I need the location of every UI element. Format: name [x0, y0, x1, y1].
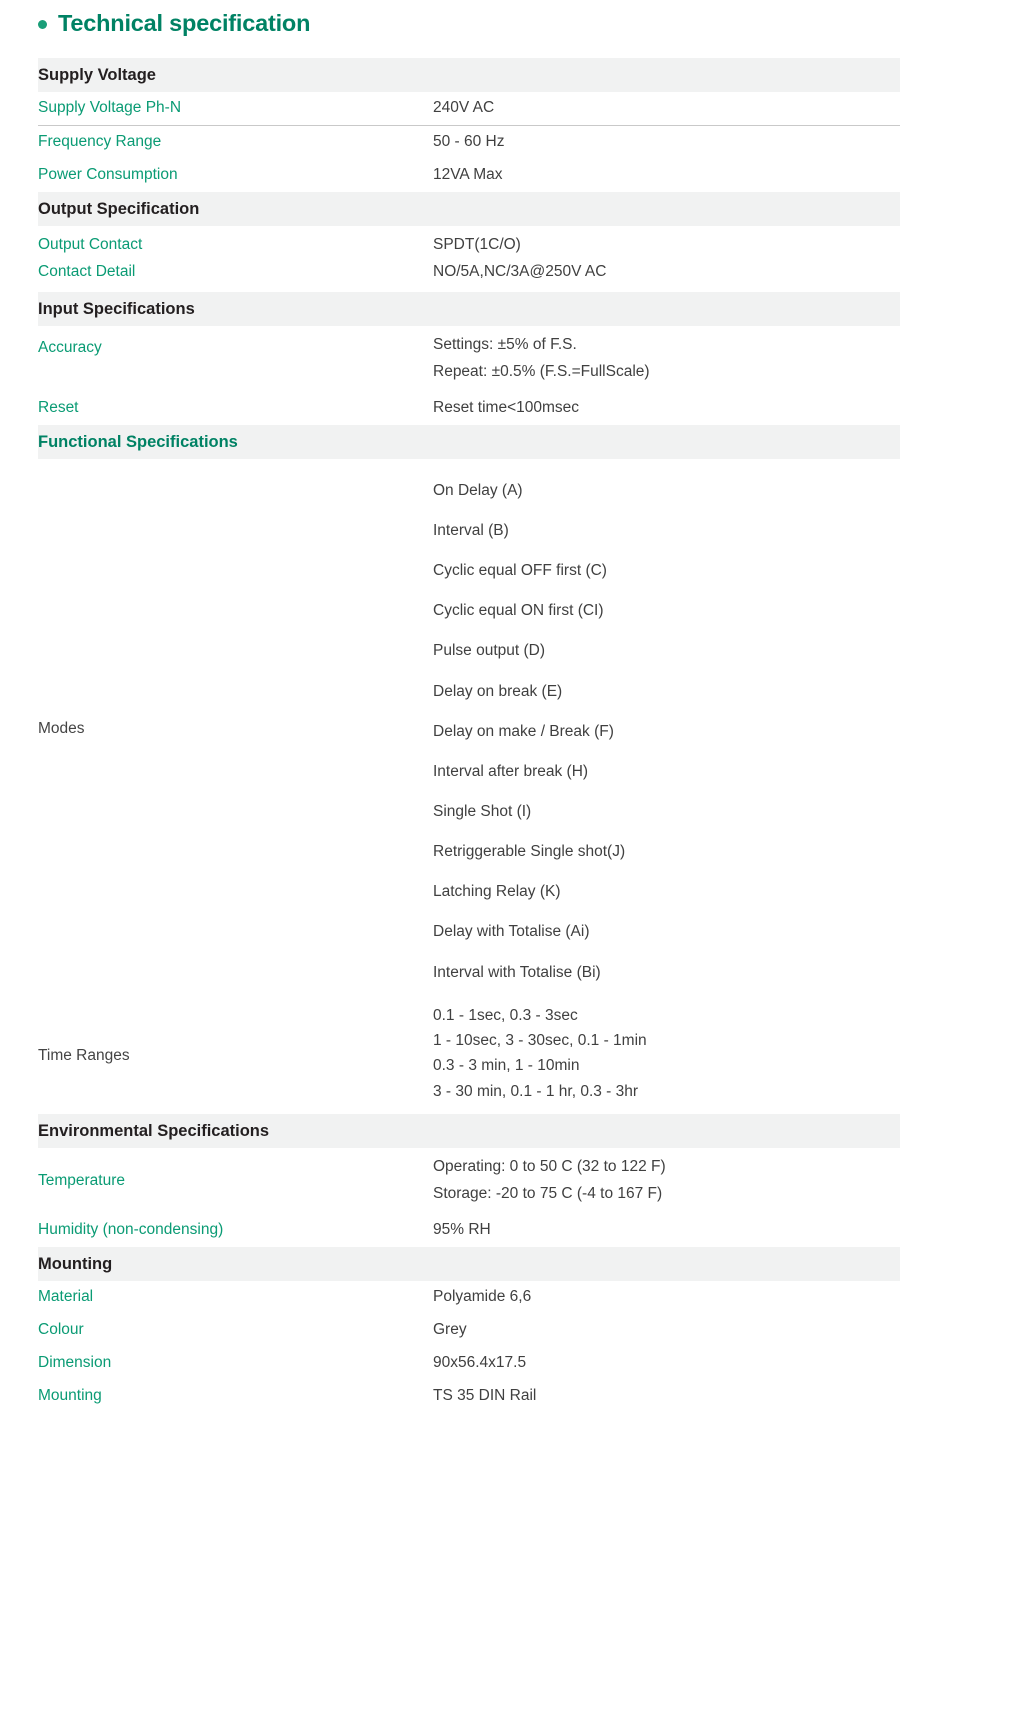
- bullet-dot-icon: [38, 19, 47, 29]
- row-value: Settings: ±5% of F.S.: [433, 336, 577, 353]
- list-item: Interval (B): [433, 521, 509, 539]
- row-value: 240V AC: [433, 99, 495, 117]
- list-item: Delay on make / Break (F): [433, 722, 614, 740]
- section-title: Input Specifications: [38, 300, 195, 318]
- list-item: On Delay (A): [433, 481, 523, 499]
- list-item: 1 - 10sec, 3 - 30sec, 0.1 - 1min: [433, 1032, 647, 1050]
- row-value: TS 35 DIN Rail: [433, 1387, 537, 1405]
- row-value: SPDT(1C/O): [433, 236, 521, 254]
- row-value-group: Operating: 0 to 50 C (32 to 122 F) Stora…: [433, 1154, 900, 1208]
- table-row: Mounting TS 35 DIN Rail: [38, 1380, 900, 1413]
- modes-list: On Delay (A) Interval (B) Cyclic equal O…: [433, 471, 900, 993]
- row-value: Grey: [433, 1321, 467, 1339]
- table-row: Humidity (non-condensing) 95% RH: [38, 1214, 900, 1247]
- table-row: Accuracy Settings: ±5% of F.S. Repeat: ±…: [38, 326, 900, 392]
- table-row: Power Consumption 12VA Max: [38, 159, 900, 192]
- row-label: Contact Detail: [38, 263, 136, 281]
- technical-specification-table: Supply Voltage Supply Voltage Ph-N 240V …: [38, 58, 900, 1413]
- time-ranges-list: 0.1 - 1sec, 0.3 - 3sec 1 - 10sec, 3 - 30…: [433, 1003, 900, 1105]
- row-label: Mounting: [38, 1387, 102, 1405]
- row-value: NO/5A,NC/3A@250V AC: [433, 263, 607, 281]
- table-row-modes: Modes On Delay (A) Interval (B) Cyclic e…: [38, 459, 900, 999]
- row-value: Repeat: ±0.5% (F.S.=FullScale): [433, 362, 650, 380]
- section-title: Functional Specifications: [38, 432, 238, 451]
- row-label: Frequency Range: [38, 133, 162, 151]
- section-header-supply-voltage: Supply Voltage: [38, 58, 900, 92]
- list-item: Interval after break (H): [433, 762, 589, 780]
- list-item: Latching Relay (K): [433, 883, 561, 901]
- row-value: Storage: -20 to 75 C (-4 to 167 F): [433, 1185, 663, 1203]
- section-title: Output Specification: [38, 200, 200, 218]
- row-label: Output Contact: [38, 236, 143, 254]
- table-row: Reset Reset time<100msec: [38, 392, 900, 425]
- row-label: Colour: [38, 1321, 84, 1339]
- row-label: Accuracy: [38, 339, 102, 356]
- technical-specification-page: Technical specification Supply Voltage S…: [0, 0, 1035, 1709]
- section-header-mounting: Mounting: [38, 1247, 900, 1282]
- row-value: 95% RH: [433, 1221, 491, 1239]
- list-item: Cyclic equal OFF first (C): [433, 562, 607, 580]
- row-value: Polyamide 6,6: [433, 1288, 532, 1306]
- modes-label: Modes: [38, 719, 85, 737]
- table-row: Contact Detail NO/5A,NC/3A@250V AC: [38, 259, 900, 292]
- row-label: Dimension: [38, 1354, 112, 1372]
- table-row: Material Polyamide 6,6: [38, 1281, 900, 1314]
- row-label: Material: [38, 1288, 94, 1306]
- list-item: 0.3 - 3 min, 1 - 10min: [433, 1057, 580, 1075]
- row-label: Reset: [38, 398, 79, 416]
- row-value: Operating: 0 to 50 C (32 to 122 F): [433, 1158, 666, 1176]
- section-header-input-specifications: Input Specifications: [38, 292, 900, 326]
- list-item: Pulse output (D): [433, 642, 545, 660]
- list-item: Interval with Totalise (Bi): [433, 963, 601, 981]
- row-value: 12VA Max: [433, 166, 503, 184]
- list-item: Delay on break (E): [433, 682, 563, 700]
- list-item: Cyclic equal ON first (CI): [433, 602, 604, 620]
- table-row: Frequency Range 50 - 60 Hz: [38, 126, 900, 160]
- row-value-group: Settings: ±5% of F.S. Repeat: ±0.5% (F.S…: [433, 332, 900, 386]
- list-item: Retriggerable Single shot(J): [433, 843, 626, 861]
- row-label: Supply Voltage Ph-N: [38, 99, 182, 117]
- list-item: 3 - 30 min, 0.1 - 1 hr, 0.3 - 3hr: [433, 1082, 639, 1100]
- table-row: Supply Voltage Ph-N 240V AC: [38, 92, 900, 126]
- row-label: Power Consumption: [38, 166, 178, 184]
- section-title: Environmental Specifications: [38, 1122, 270, 1141]
- table-row-time-ranges: Time Ranges 0.1 - 1sec, 0.3 - 3sec 1 - 1…: [38, 999, 900, 1115]
- row-label: Temperature: [38, 1171, 126, 1189]
- list-item: 0.1 - 1sec, 0.3 - 3sec: [433, 1006, 578, 1024]
- section-title: Mounting: [38, 1255, 113, 1274]
- page-title: Technical specification: [0, 0, 1035, 42]
- section-header-output-specification: Output Specification: [38, 192, 900, 226]
- list-item: Single Shot (I): [433, 802, 532, 820]
- row-value: Reset time<100msec: [433, 398, 580, 416]
- row-label: Humidity (non-condensing): [38, 1221, 224, 1239]
- table-row: Temperature Operating: 0 to 50 C (32 to …: [38, 1148, 900, 1214]
- time-ranges-label: Time Ranges: [38, 1047, 130, 1065]
- table-row: Output Contact SPDT(1C/O): [38, 226, 900, 259]
- row-value: 50 - 60 Hz: [433, 133, 505, 151]
- list-item: Delay with Totalise (Ai): [433, 923, 590, 941]
- table-row: Colour Grey: [38, 1314, 900, 1347]
- section-header-environmental-specifications: Environmental Specifications: [38, 1114, 900, 1149]
- section-header-functional-specifications: Functional Specifications: [38, 424, 900, 459]
- section-title: Supply Voltage: [38, 66, 156, 84]
- table-row: Dimension 90x56.4x17.5: [38, 1347, 900, 1380]
- page-title-text: Technical specification: [58, 10, 311, 37]
- row-value: 90x56.4x17.5: [433, 1354, 527, 1372]
